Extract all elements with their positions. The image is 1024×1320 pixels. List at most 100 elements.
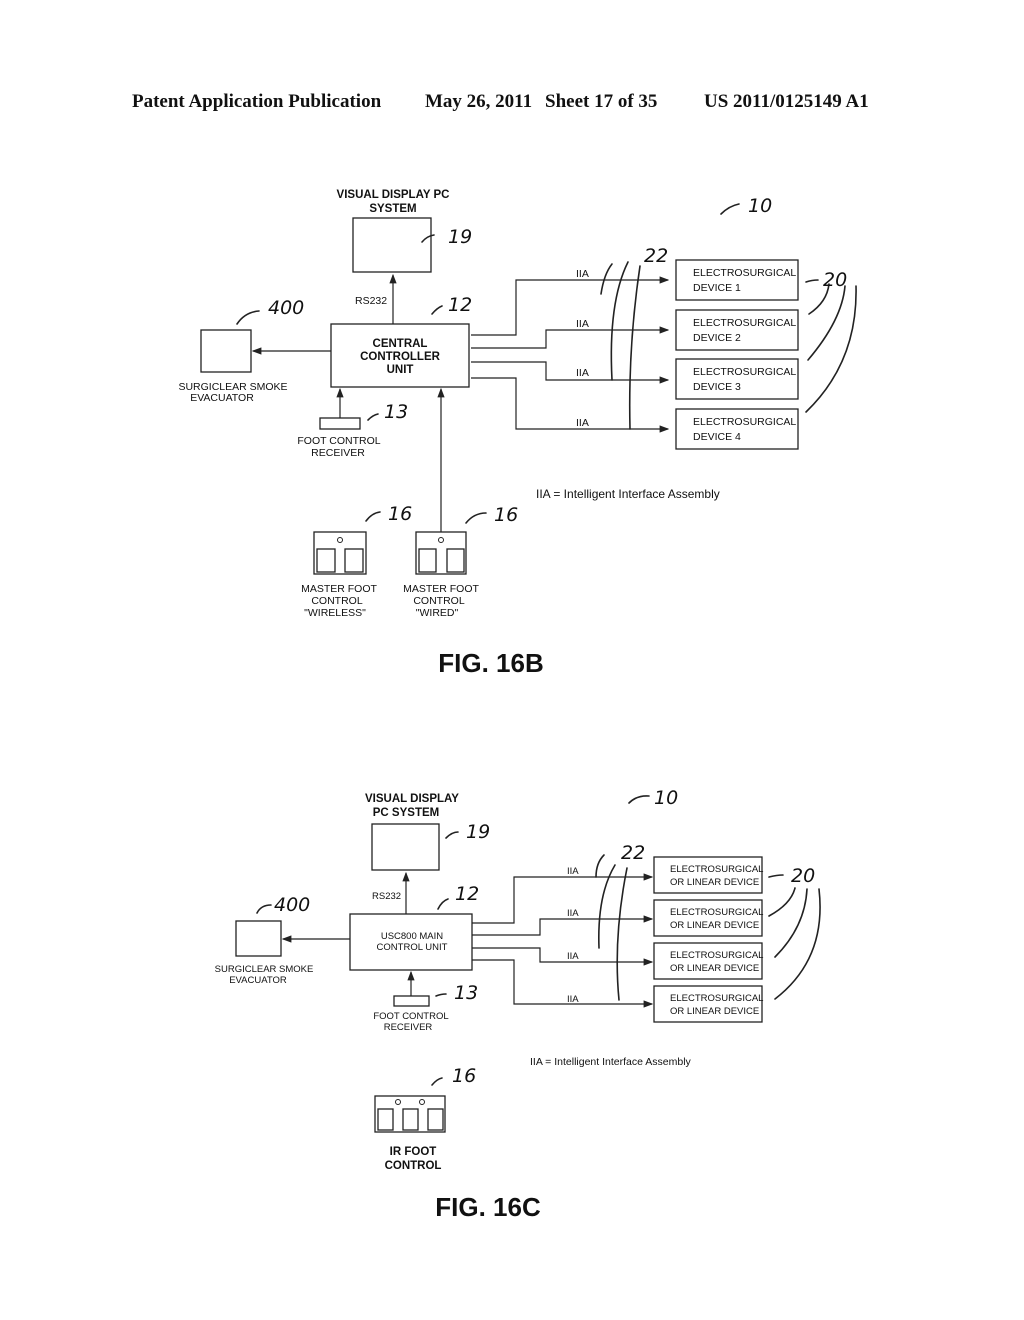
leader-c-16	[431, 1077, 443, 1086]
ref-12: 12	[448, 294, 472, 316]
smoke-label-2: EVACUATOR	[190, 392, 254, 404]
iia-label-3: IIA	[576, 367, 589, 379]
foot-wireless-label-1: MASTER FOOT	[301, 583, 377, 595]
receiver-c-label-1: FOOT CONTROL	[373, 1011, 448, 1022]
leader-13	[367, 413, 379, 421]
ref-16a: 16	[388, 503, 412, 525]
iia-link-2	[471, 326, 670, 349]
leader-22a	[600, 263, 613, 295]
device-3-label-2: DEVICE 3	[693, 381, 741, 393]
controller-c-label-1: USC800 MAIN	[381, 931, 443, 942]
leader-20c	[807, 285, 846, 361]
ref-c-16: 16	[452, 1065, 476, 1087]
device-c-box-1: ELECTROSURGICAL OR LINEAR DEVICE	[653, 856, 763, 894]
ref-20: 20	[823, 269, 847, 291]
ref-c-13: 13	[454, 982, 478, 1004]
sheet-number: Sheet 17 of 35	[545, 91, 657, 112]
device-c-1-label-1: ELECTROSURGICAL	[670, 864, 763, 875]
foot-wired-label-1: MASTER FOOT	[403, 583, 479, 595]
publication-label: Patent Application Publication	[132, 91, 382, 112]
device-box-2: ELECTROSURGICAL DEVICE 2	[675, 309, 799, 351]
display-label-2: SYSTEM	[369, 203, 416, 215]
iia-link-3	[471, 361, 670, 384]
iia-c-label-3: IIA	[567, 951, 579, 962]
device-c-box-3: ELECTROSURGICAL OR LINEAR DEVICE	[653, 942, 763, 980]
device-4-label-2: DEVICE 4	[693, 431, 741, 443]
device-c-box-2: ELECTROSURGICAL OR LINEAR DEVICE	[653, 899, 763, 937]
display-c-label-1: VISUAL DISPLAY	[365, 793, 459, 805]
ir-label-1: IR FOOT	[390, 1146, 437, 1158]
device-2-label-1: ELECTROSURGICAL	[693, 317, 796, 329]
device-c-3-label-2: OR LINEAR DEVICE	[670, 963, 759, 974]
iia-label-4: IIA	[576, 417, 589, 429]
master-foot-control-wireless	[313, 531, 367, 575]
patent-sheet: Patent Application Publication May 26, 2…	[132, 91, 869, 1222]
device-2-label-2: DEVICE 2	[693, 332, 741, 344]
rs232-label: RS232	[355, 295, 387, 307]
display-label-1: VISUAL DISPLAY PC	[337, 189, 450, 201]
leader-c-10	[628, 795, 650, 804]
device-c-2-label-2: OR LINEAR DEVICE	[670, 920, 759, 931]
iia-c-link-4	[472, 959, 654, 1008]
device-c-box-4: ELECTROSURGICAL OR LINEAR DEVICE	[653, 985, 763, 1023]
leader-12	[431, 305, 443, 315]
ir-label-2: CONTROL	[385, 1160, 442, 1172]
ref-22: 22	[644, 245, 668, 267]
ref-c-19: 19	[466, 821, 490, 843]
leader-20d	[805, 285, 857, 413]
ref-c-20: 20	[791, 865, 815, 887]
rs232-c-label: RS232	[372, 891, 401, 902]
foot-wired-label-2: CONTROL	[413, 595, 464, 607]
receiver-label-2: RECEIVER	[311, 447, 365, 459]
foot-wireless-label-3: "WIRELESS"	[304, 607, 366, 619]
ref-13: 13	[384, 401, 408, 423]
device-1-label-1: ELECTROSURGICAL	[693, 267, 796, 279]
ref-c-400: 400	[274, 894, 310, 916]
leader-c-400	[256, 904, 272, 914]
ref-400: 400	[268, 297, 304, 319]
figure-16b: VISUAL DISPLAY PC SYSTEM 19 RS232 CENTRA…	[178, 189, 857, 678]
leader-400	[236, 310, 260, 325]
iia-c-label-4: IIA	[567, 994, 579, 1005]
leader-20a	[805, 279, 819, 283]
device-1-label-2: DEVICE 1	[693, 282, 741, 294]
device-box-3: ELECTROSURGICAL DEVICE 3	[675, 358, 799, 400]
ir-foot-control	[374, 1095, 446, 1133]
iia-legend: IIA = Intelligent Interface Assembly	[536, 487, 720, 501]
leader-c-20c	[774, 888, 808, 958]
iia-c-legend: IIA = Intelligent Interface Assembly	[530, 1056, 692, 1068]
leader-10	[720, 203, 740, 215]
ref-c-10: 10	[654, 787, 678, 809]
ref-c-12: 12	[455, 883, 479, 905]
leader-c-22a	[595, 854, 605, 878]
smoke-evacuator-box	[200, 329, 252, 373]
device-box-4: ELECTROSURGICAL DEVICE 4	[675, 408, 799, 450]
visual-display-c-box	[371, 823, 440, 871]
iia-label-1: IIA	[576, 268, 589, 280]
receiver-c-label-2: RECEIVER	[384, 1022, 433, 1033]
figure-16b-caption: FIG. 16B	[438, 648, 543, 678]
iia-c-link-2	[472, 915, 654, 936]
controller-label-3: UNIT	[387, 364, 414, 376]
leader-c-19	[445, 831, 459, 839]
leader-c-22c	[616, 867, 628, 1001]
foot-wired-label-3: "WIRED"	[416, 607, 459, 619]
leader-c-12	[437, 898, 449, 910]
leader-c-20b	[768, 887, 796, 917]
controller-label-2: CONTROLLER	[360, 351, 441, 363]
leader-16a	[365, 511, 381, 522]
device-4-label-1: ELECTROSURGICAL	[693, 416, 796, 428]
ref-19: 19	[448, 226, 472, 248]
display-c-label-2: PC SYSTEM	[373, 807, 439, 819]
controller-label-1: CENTRAL	[373, 338, 428, 350]
patent-number: US 2011/0125149 A1	[704, 91, 869, 112]
device-c-3-label-1: ELECTROSURGICAL	[670, 950, 763, 961]
device-c-4-label-2: OR LINEAR DEVICE	[670, 1006, 759, 1017]
iia-c-label-1: IIA	[567, 866, 579, 877]
device-c-1-label-2: OR LINEAR DEVICE	[670, 877, 759, 888]
figure-16c-caption: FIG. 16C	[435, 1192, 541, 1222]
smoke-c-label-1: SURGICLEAR SMOKE	[215, 964, 314, 975]
smoke-evacuator-c-box	[235, 920, 282, 957]
figure-16c: VISUAL DISPLAY PC SYSTEM 19 RS232 USC800…	[215, 787, 821, 1222]
publication-date: May 26, 2011	[425, 91, 532, 112]
